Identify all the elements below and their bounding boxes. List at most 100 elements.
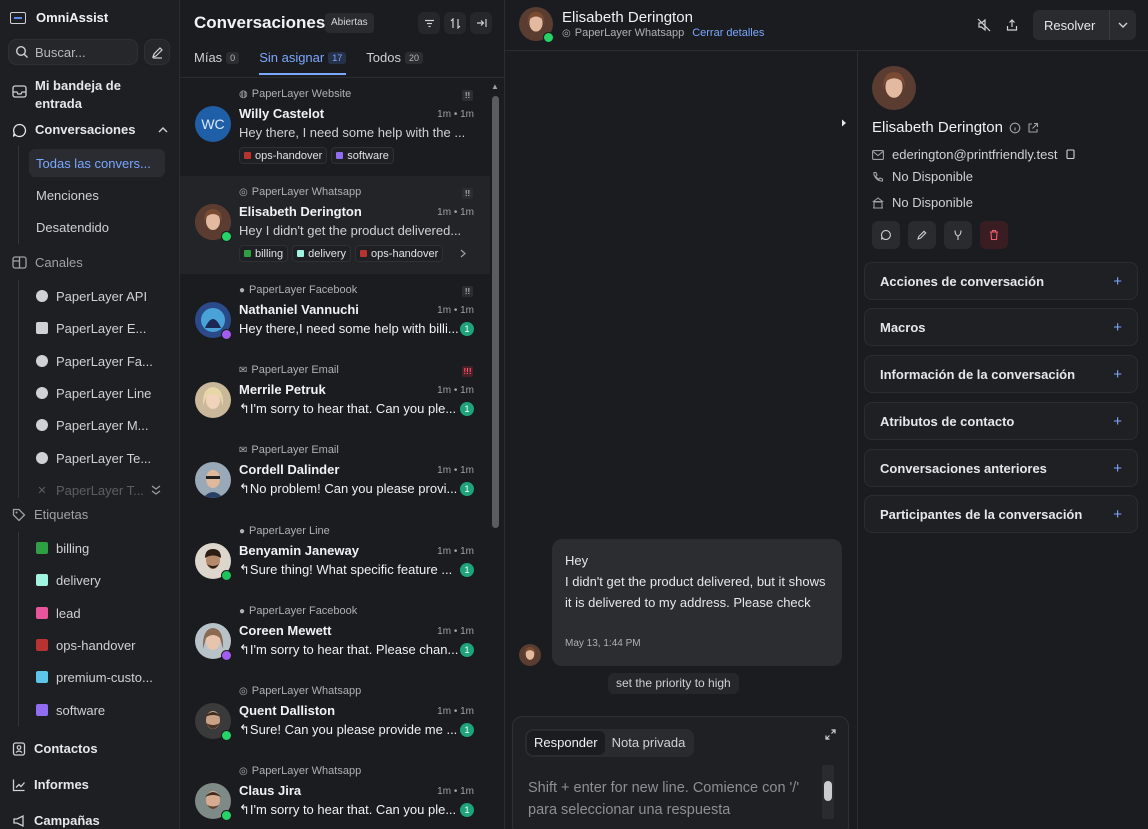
messenger-icon xyxy=(36,355,48,367)
collapse-list-button[interactable] xyxy=(470,12,492,34)
facebook-icon: ● xyxy=(239,284,246,296)
whatsapp-icon: ◎ xyxy=(239,186,248,198)
status-filter[interactable]: Abiertas xyxy=(325,13,374,33)
chevron-up-icon xyxy=(158,126,168,133)
label-item[interactable]: ops-handover xyxy=(36,631,166,659)
contact-panel-name: Elisabeth Derington xyxy=(872,119,1003,136)
resolve-button[interactable]: Resolver xyxy=(1033,10,1136,40)
subnav-mentions[interactable]: Menciones xyxy=(29,181,165,209)
label-item[interactable]: premium-custo... xyxy=(36,663,166,691)
section-conversation-info[interactable]: Información de la conversación + xyxy=(864,355,1138,393)
channel-label: PaperLayer Te... xyxy=(56,450,152,466)
new-message-button[interactable] xyxy=(872,221,900,249)
delete-contact-button[interactable] xyxy=(980,221,1008,249)
section-participants[interactable]: Participantes de la conversación + xyxy=(864,495,1138,533)
section-macros[interactable]: Macros + xyxy=(864,308,1138,346)
private-note-tab[interactable]: Nota privada xyxy=(605,731,693,755)
unread-count-badge: 1 xyxy=(460,803,474,817)
conversation-item-selected[interactable]: ◎ PaperLayer Whatsapp !! Elisabeth Dering… xyxy=(180,176,490,274)
nav-contacts[interactable]: Contactos xyxy=(12,740,98,758)
list-toolbar xyxy=(418,12,492,34)
conversation-item[interactable]: WC ◍ PaperLayer Website !! Willy Castelot… xyxy=(180,78,490,176)
nav-my-inbox-label: Mi bandeja de entrada xyxy=(35,78,121,111)
edit-contact-button[interactable] xyxy=(908,221,936,249)
external-link-icon[interactable] xyxy=(1027,122,1039,134)
plus-icon: + xyxy=(1113,272,1122,290)
conversation-time: 1m • 1m xyxy=(437,207,474,218)
sort-button[interactable] xyxy=(444,12,466,34)
label-item[interactable]: delivery xyxy=(36,566,166,594)
caret-right-icon[interactable] xyxy=(841,119,847,127)
contact-email[interactable]: ederington@printfriendly.test xyxy=(892,147,1057,162)
channel-item[interactable]: ✕ PaperLayer T... xyxy=(36,476,164,504)
reply-mode-tabs: Responder Nota privada xyxy=(525,729,695,757)
chevrons-down-icon[interactable] xyxy=(151,484,161,496)
chat-actions: Resolver xyxy=(977,10,1136,40)
channel-item[interactable]: PaperLayer Fa... xyxy=(36,347,166,375)
filter-button[interactable] xyxy=(418,12,440,34)
preview-text: I'm sorry to hear that. Please chan... xyxy=(249,642,459,657)
message-avatar xyxy=(519,644,541,666)
reply-editor: Responder Nota privada Shift + enter for… xyxy=(512,716,849,829)
reply-input[interactable]: Shift + enter for new line. Comience con… xyxy=(528,777,808,821)
conversation-list-scrollbar[interactable]: ▲ xyxy=(490,78,500,829)
mute-icon[interactable] xyxy=(977,18,991,32)
share-icon[interactable] xyxy=(1005,18,1019,32)
info-icon[interactable] xyxy=(1009,122,1021,134)
nav-my-inbox[interactable]: Mi bandeja de entrada xyxy=(12,77,145,113)
scroll-up-arrow[interactable]: ▲ xyxy=(491,82,499,91)
tab-unassigned[interactable]: Sin asignar 17 xyxy=(259,50,347,75)
contact-name: Claus Jira xyxy=(239,783,302,798)
nav-conversations[interactable]: Conversaciones xyxy=(12,121,168,139)
plus-icon: + xyxy=(1113,318,1122,336)
nav-labels[interactable]: Etiquetas xyxy=(12,506,88,524)
channel-label: PaperLayer API xyxy=(56,288,148,304)
chevron-down-icon xyxy=(1118,22,1128,29)
channel-item[interactable]: PaperLayer Te... xyxy=(36,444,166,472)
section-contact-attributes[interactable]: Atributos de contacto + xyxy=(864,402,1138,440)
tab-mine[interactable]: Mías 0 xyxy=(194,50,240,75)
resolve-dropdown[interactable] xyxy=(1109,10,1136,40)
label-item[interactable]: software xyxy=(36,696,166,724)
close-details-link[interactable]: Cerrar detalles xyxy=(692,27,764,39)
tab-all[interactable]: Todos 20 xyxy=(366,50,423,75)
channel-item[interactable]: PaperLayer API xyxy=(36,282,166,310)
nav-channels[interactable]: Canales xyxy=(12,254,83,272)
chat-inbox-name: PaperLayer Whatsapp xyxy=(574,27,685,39)
scrollbar-thumb[interactable] xyxy=(492,96,499,528)
conversation-list-title: Conversaciones xyxy=(194,13,326,32)
reply-scrollbar-thumb[interactable] xyxy=(824,781,832,801)
telegram-icon xyxy=(36,452,48,464)
label-item[interactable]: lead xyxy=(36,599,166,627)
expand-icon[interactable] xyxy=(825,729,836,740)
label-item[interactable]: billing xyxy=(36,534,166,562)
section-conversation-actions[interactable]: Acciones de conversación + xyxy=(864,262,1138,300)
reply-scrollbar[interactable] xyxy=(822,765,834,819)
nav-reports[interactable]: Informes xyxy=(12,776,89,794)
nav-labels-label: Etiquetas xyxy=(34,507,89,522)
section-previous-conversations[interactable]: Conversaciones anteriores + xyxy=(864,449,1138,487)
channel-item[interactable]: PaperLayer E... xyxy=(36,314,166,342)
label-color-swatch xyxy=(36,639,48,651)
nav-campaigns[interactable]: Campañas xyxy=(12,812,100,829)
channel-item[interactable]: PaperLayer Line xyxy=(36,379,166,407)
conversation-list: WC ◍ PaperLayer Website !! Willy Castelot… xyxy=(180,78,490,829)
contact-name: Coreen Mewett xyxy=(239,623,332,638)
plus-icon: + xyxy=(1113,459,1122,477)
subnav-unattended[interactable]: Desatendido xyxy=(29,213,165,241)
reply-icon: ↰ xyxy=(239,401,250,416)
copy-icon[interactable] xyxy=(1065,149,1075,160)
label-name: delivery xyxy=(56,572,101,588)
nav-campaigns-label: Campañas xyxy=(34,813,100,828)
compose-button[interactable] xyxy=(144,39,170,65)
channel-item[interactable]: PaperLayer M... xyxy=(36,411,166,439)
subnav-all-conversations[interactable]: Todas las convers... xyxy=(29,149,165,177)
reply-tab[interactable]: Responder xyxy=(527,731,605,755)
search-input[interactable]: Buscar... xyxy=(8,39,138,65)
chevron-right-icon[interactable] xyxy=(460,249,466,258)
conversation-item[interactable]: ◎ PaperLayer Whatsapp Claus Jira 1m • 1m … xyxy=(180,754,490,829)
globe-icon: ◍ xyxy=(239,88,248,100)
merge-contact-button[interactable] xyxy=(944,221,972,249)
merge-icon xyxy=(952,229,964,241)
contact-panel: Elisabeth Derington ederington@printfrie… xyxy=(857,51,1148,829)
